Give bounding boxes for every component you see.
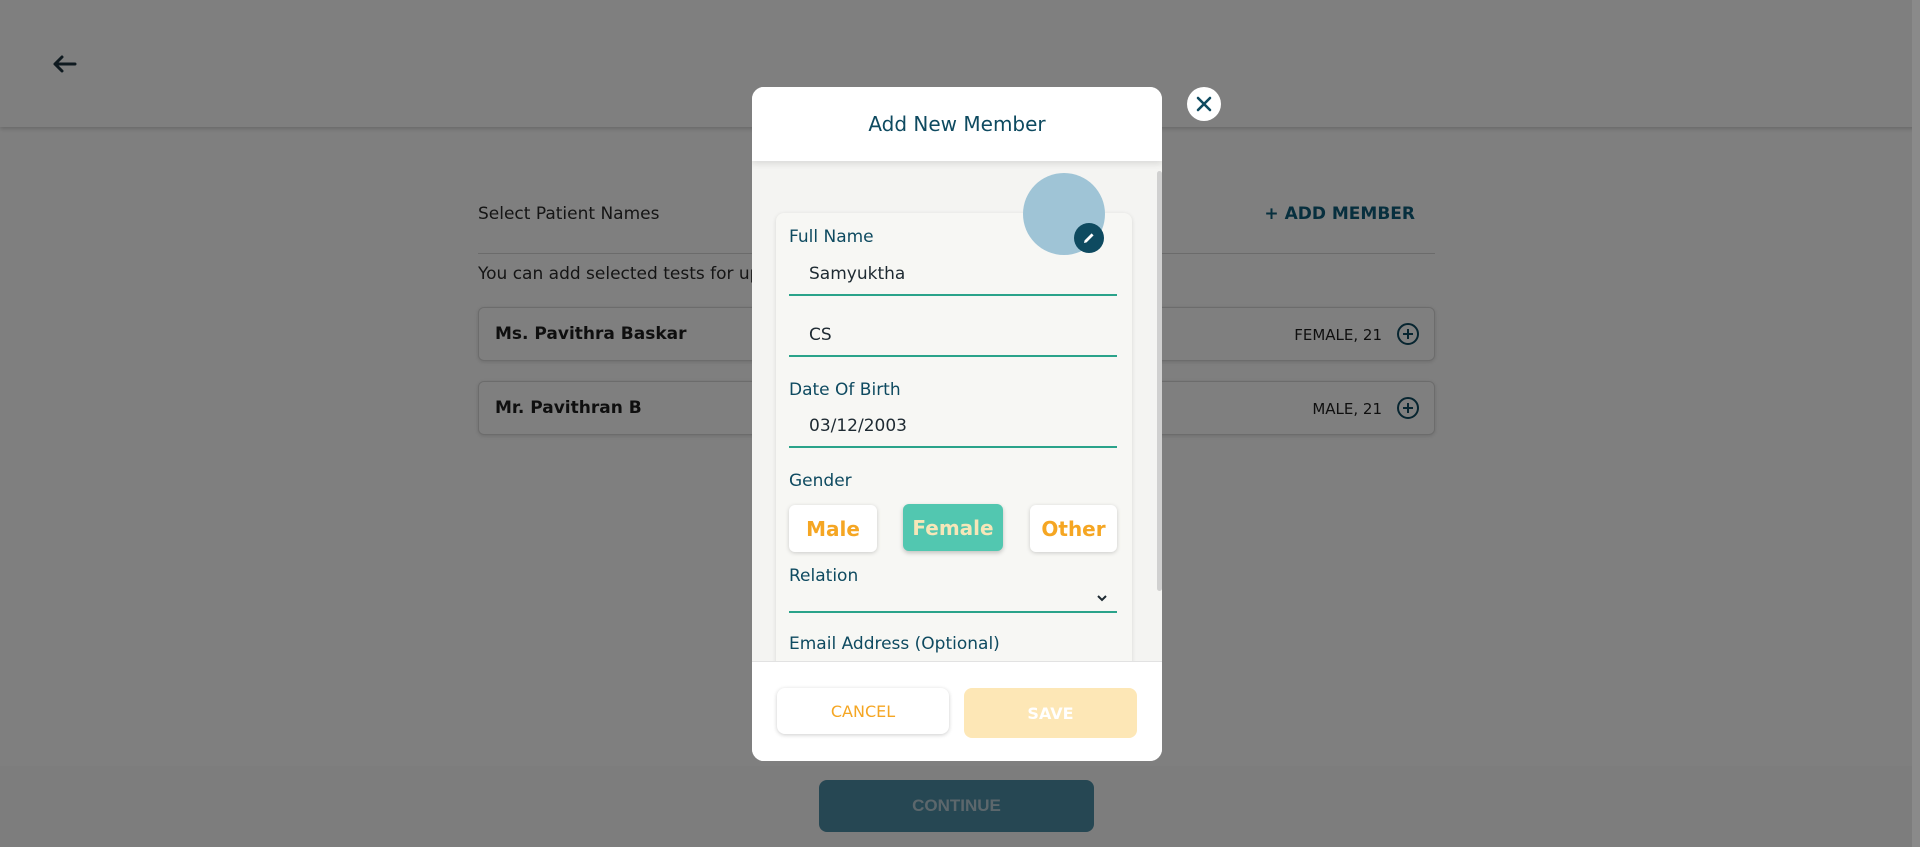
first-name-input[interactable] bbox=[789, 254, 1117, 296]
edit-avatar-button[interactable] bbox=[1074, 223, 1104, 253]
cancel-button[interactable]: CANCEL bbox=[777, 688, 949, 734]
chevron-down-icon bbox=[1097, 595, 1107, 602]
pencil-icon bbox=[1084, 233, 1094, 243]
dob-label: Date Of Birth bbox=[789, 380, 901, 400]
close-modal-button[interactable] bbox=[1187, 87, 1221, 121]
page-scrollbar[interactable] bbox=[1912, 0, 1920, 847]
full-name-label: Full Name bbox=[789, 227, 874, 247]
gender-female-button[interactable]: Female bbox=[903, 504, 1003, 551]
gender-label: Gender bbox=[789, 471, 852, 491]
modal-body: Full Name Date Of Birth Gender Male Fema… bbox=[752, 161, 1162, 661]
modal-footer: CANCEL SAVE bbox=[752, 661, 1162, 761]
save-button[interactable]: SAVE bbox=[964, 688, 1137, 738]
close-icon bbox=[1196, 96, 1212, 112]
add-member-modal: Add New Member Full Name Date Of Birth G… bbox=[752, 87, 1162, 761]
email-label: Email Address (Optional) bbox=[789, 634, 1000, 654]
relation-select[interactable] bbox=[789, 583, 1117, 613]
modal-title: Add New Member bbox=[752, 87, 1162, 161]
gender-male-button[interactable]: Male bbox=[789, 505, 877, 552]
last-name-input[interactable] bbox=[789, 315, 1117, 357]
dob-input[interactable] bbox=[789, 406, 1117, 448]
modal-scrollbar[interactable] bbox=[1157, 171, 1162, 591]
gender-other-button[interactable]: Other bbox=[1030, 505, 1117, 552]
